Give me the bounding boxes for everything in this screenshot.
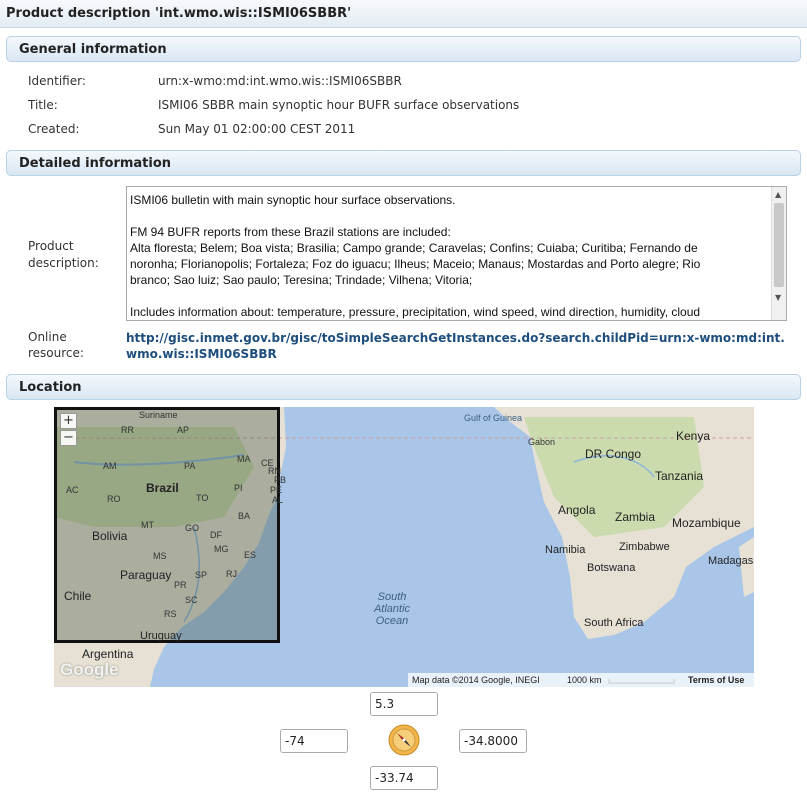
- description-line: noronha; Florianopolis; Fortaleza; Foz d…: [130, 257, 701, 271]
- zoom-in-button[interactable]: +: [60, 413, 77, 429]
- scrollbar-thumb[interactable]: [774, 203, 784, 287]
- description-line: [130, 288, 770, 304]
- map-label-rr: RR: [121, 425, 134, 435]
- map-label-zambia: Zambia: [615, 510, 656, 524]
- description-line: FM 94 BUFR reports from these Brazil sta…: [130, 225, 451, 239]
- ocean-label-line3: Ocean: [375, 615, 409, 627]
- map-label-tanzania: Tanzania: [655, 469, 704, 483]
- scroll-down-icon[interactable]: ▼: [775, 293, 781, 302]
- madagascar-land: [739, 537, 754, 597]
- map-label-go: GO: [185, 523, 200, 533]
- map-label-gulf-of-guinea: Gulf of Guinea: [464, 413, 523, 423]
- map-label-ba: BA: [238, 511, 251, 521]
- map-label-zimbabwe: Zimbabwe: [619, 541, 670, 553]
- map-label-botswana: Botswana: [587, 562, 636, 574]
- map-label-mg: MG: [214, 544, 229, 554]
- map-label-bolivia: Bolivia: [92, 529, 128, 543]
- south-latitude-input[interactable]: [370, 766, 438, 790]
- description-line: Includes information about: temperature,…: [130, 305, 701, 319]
- scroll-up-icon[interactable]: ▲: [775, 190, 781, 199]
- page-header: Product description 'int.wmo.wis::ISMI06…: [0, 0, 807, 28]
- map-label-south-africa: South Africa: [584, 617, 644, 629]
- map-label-paraguay: Paraguay: [120, 568, 172, 582]
- map-label-df: DF: [210, 530, 222, 540]
- map-label-rs: RS: [164, 609, 177, 619]
- map-label-ro: RO: [107, 494, 121, 504]
- map-label-al: AL: [272, 495, 284, 505]
- location-header[interactable]: Location: [6, 374, 801, 400]
- product-description-label-line2: description:: [28, 256, 99, 270]
- map-label-argentina: Argentina: [82, 647, 134, 661]
- title-label: Title:: [28, 98, 58, 112]
- map-label-ac: AC: [66, 485, 79, 495]
- general-information-header[interactable]: General information: [6, 36, 801, 62]
- description-line: [130, 208, 770, 224]
- map-label-gabon: Gabon: [528, 437, 556, 447]
- map-label-angola: Angola: [558, 503, 596, 517]
- bounding-box-overlay[interactable]: [54, 407, 280, 643]
- map-label-kenya: Kenya: [676, 429, 711, 443]
- online-resource-link[interactable]: http://gisc.inmet.gov.br/gisc/toSimpleSe…: [126, 330, 786, 362]
- map-label-ocean: South Atlantic Ocean: [362, 591, 422, 627]
- detailed-information-header[interactable]: Detailed information: [6, 150, 801, 176]
- map-label-pi: PI: [234, 483, 243, 493]
- location-map[interactable]: Suriname RR AP AM PA MA CE RN PB PE AL B…: [54, 407, 754, 687]
- east-longitude-input[interactable]: [459, 729, 527, 753]
- description-line: branco; Sao luiz; Sao paulo; Teresina; T…: [130, 273, 473, 287]
- map-scale-label: 1000 km: [567, 675, 602, 685]
- map-label-ma: MA: [237, 454, 251, 464]
- ocean-label-line1: South: [377, 591, 407, 603]
- product-description-textarea[interactable]: ISMI06 bulletin with main synoptic hour …: [126, 186, 787, 321]
- map-label-chile: Chile: [64, 589, 92, 603]
- page-title: Product description 'int.wmo.wis::ISMI06…: [6, 6, 352, 21]
- map-label-rj: RJ: [226, 569, 237, 579]
- online-resource-label-line2: resource:: [28, 346, 84, 360]
- map-label-uruguay: Uruguay: [140, 630, 182, 642]
- product-description-text: ISMI06 bulletin with main synoptic hour …: [130, 192, 770, 320]
- google-logo[interactable]: Google: [60, 660, 119, 680]
- map-label-pa: PA: [184, 461, 196, 471]
- map-data-attribution: Map data ©2014 Google, INEGI: [412, 675, 540, 685]
- map-label-pe: PE: [270, 485, 283, 495]
- map-label-pb: PB: [274, 475, 287, 485]
- created-value: Sun May 01 02:00:00 CEST 2011: [158, 122, 356, 136]
- map-label-sc: SC: [185, 595, 198, 605]
- terms-of-use-link[interactable]: Terms of Use: [688, 675, 744, 685]
- map-label-dr-congo: DR Congo: [585, 447, 642, 461]
- map-label-brazil: Brazil: [146, 481, 179, 495]
- description-line: Alta floresta; Belem; Boa vista; Brasili…: [130, 241, 698, 255]
- zoom-out-button[interactable]: −: [60, 430, 77, 446]
- map-label-pr: PR: [174, 580, 187, 590]
- description-line: ISMI06 bulletin with main synoptic hour …: [130, 193, 456, 207]
- compass-icon[interactable]: [388, 724, 420, 756]
- title-value: ISMI06 SBBR main synoptic hour BUFR surf…: [158, 98, 520, 112]
- map-label-madagascar: Madagas: [708, 555, 754, 567]
- map-label-namibia: Namibia: [545, 544, 586, 556]
- created-label: Created:: [28, 122, 80, 136]
- map-label-mt: MT: [141, 520, 154, 530]
- map-label-suriname: Suriname: [139, 410, 178, 420]
- map-label-ms: MS: [153, 551, 167, 561]
- map-label-mozambique: Mozambique: [672, 516, 741, 530]
- map-label-ap: AP: [177, 425, 190, 435]
- detailed-information-title: Detailed information: [19, 156, 172, 171]
- map-label-sp: SP: [195, 570, 208, 580]
- north-latitude-input[interactable]: [370, 692, 438, 716]
- product-description-label-line1: Product: [28, 239, 74, 253]
- map-attribution-bar: Map data ©2014 Google, INEGI 1000 km Ter…: [408, 673, 754, 687]
- map-label-to: TO: [196, 493, 209, 503]
- map-label-am: AM: [103, 461, 117, 471]
- west-longitude-input[interactable]: [280, 729, 348, 753]
- location-title: Location: [19, 380, 82, 395]
- identifier-label: Identifier:: [28, 74, 86, 88]
- online-resource-label-line1: Online: [28, 330, 67, 344]
- identifier-value: urn:x-wmo:md:int.wmo.wis::ISMI06SBBR: [158, 74, 402, 88]
- description-scrollbar[interactable]: ▲ ▼: [771, 187, 786, 320]
- general-information-title: General information: [19, 42, 167, 57]
- map-label-es: ES: [244, 550, 257, 560]
- ocean-label-line2: Atlantic: [373, 603, 411, 615]
